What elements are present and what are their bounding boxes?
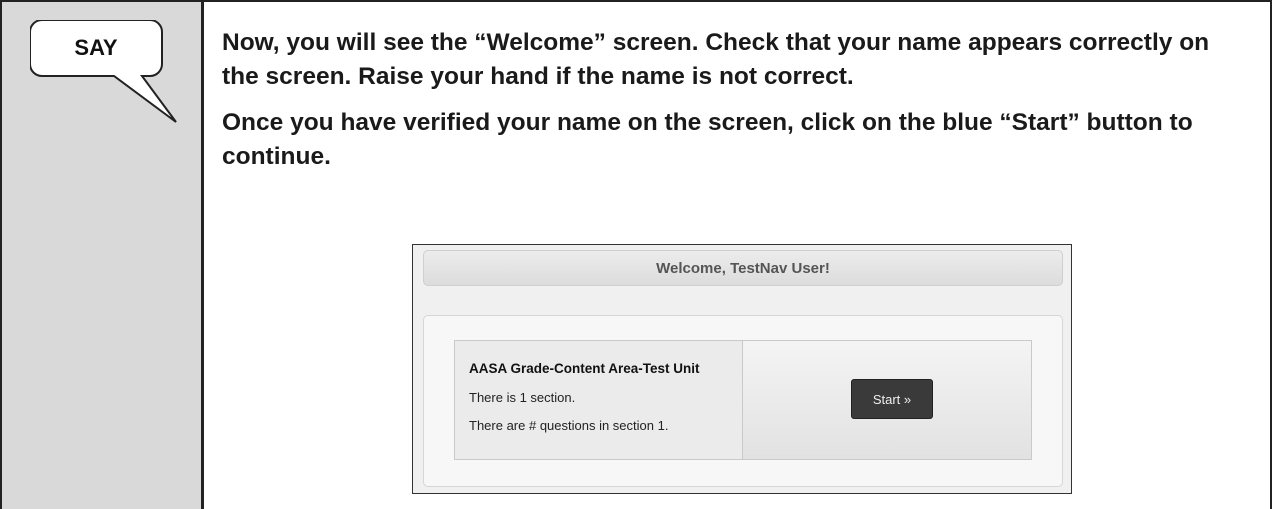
instruction-text: Now, you will see the “Welcome” screen. …: [222, 26, 1242, 174]
testnav-welcome-screenshot: Welcome, TestNav User! AASA Grade-Conten…: [412, 244, 1072, 494]
test-unit-action: Start »: [743, 341, 1031, 459]
start-button[interactable]: Start »: [851, 379, 933, 419]
instruction-paragraph-2: Once you have verified your name on the …: [222, 109, 1193, 170]
question-count-text: There are # questions in section 1.: [469, 418, 669, 433]
instruction-paragraph-1: Now, you will see the “Welcome” screen. …: [222, 29, 1210, 90]
test-unit-panel: AASA Grade-Content Area-Test Unit There …: [423, 315, 1063, 487]
test-unit-box: AASA Grade-Content Area-Test Unit There …: [454, 340, 1032, 460]
test-unit-title: AASA Grade-Content Area-Test Unit: [469, 361, 700, 376]
welcome-header: Welcome, TestNav User!: [423, 250, 1063, 286]
say-label: SAY: [74, 35, 118, 60]
section-count-text: There is 1 section.: [469, 390, 576, 405]
test-unit-info: AASA Grade-Content Area-Test Unit There …: [455, 341, 743, 459]
